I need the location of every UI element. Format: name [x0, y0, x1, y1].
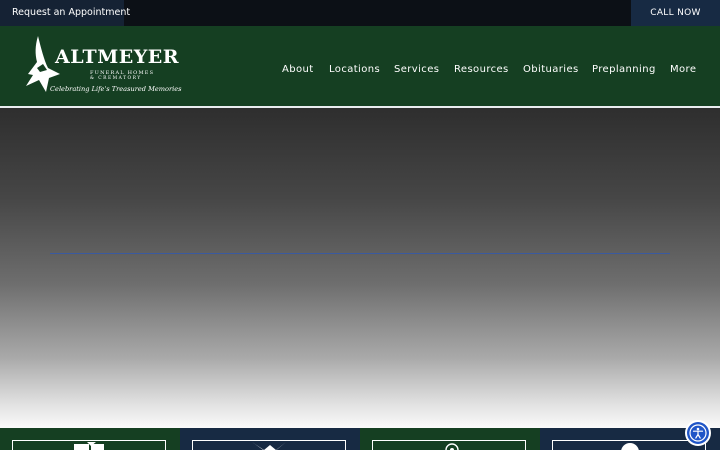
tile-document[interactable]: [0, 428, 180, 450]
flower-icon: [445, 443, 459, 450]
nav-about[interactable]: About: [282, 64, 314, 75]
bird-icon: [252, 442, 286, 450]
nav-preplanning[interactable]: Preplanning: [592, 64, 656, 75]
main-nav: About Locations Services Resources Obitu…: [0, 64, 720, 78]
chat-icon: [621, 443, 639, 450]
nav-more[interactable]: More: [670, 64, 696, 75]
tile-flower[interactable]: [360, 428, 540, 450]
hero-banner: [0, 108, 720, 428]
logo-tagline: Celebrating Life's Treasured Memories: [50, 85, 182, 93]
top-bar: Request an Appointment CALL NOW: [0, 0, 720, 26]
accessibility-button[interactable]: [687, 422, 709, 444]
feature-tiles: [0, 428, 720, 450]
call-now-button[interactable]: CALL NOW: [631, 0, 720, 26]
hero-divider: [50, 253, 670, 254]
tile-bird[interactable]: [180, 428, 360, 450]
accessibility-icon: [689, 424, 707, 442]
nav-obituaries[interactable]: Obituaries: [523, 64, 579, 75]
request-appointment-link[interactable]: Request an Appointment: [0, 0, 130, 26]
nav-services[interactable]: Services: [394, 64, 439, 75]
document-icon: [74, 442, 104, 450]
nav-locations[interactable]: Locations: [329, 64, 380, 75]
nav-resources[interactable]: Resources: [454, 64, 509, 75]
site-header: ALTMEYER FUNERAL HOMES & CREMATORY Celeb…: [0, 26, 720, 108]
